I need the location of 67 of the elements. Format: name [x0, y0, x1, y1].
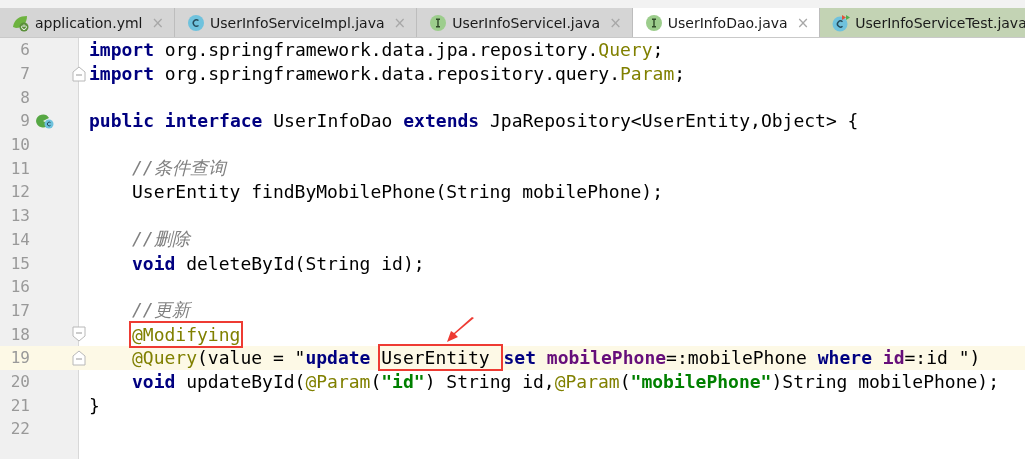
code-comment: //更新 [132, 298, 190, 323]
keyword: import [89, 39, 155, 61]
line-number: 13 [9, 206, 30, 226]
line-number: 16 [9, 277, 30, 297]
code-text: } [89, 394, 100, 416]
annotation: @Query [132, 347, 198, 369]
code-text: UserInfoDao [272, 110, 394, 132]
annotation: @Param [305, 370, 371, 392]
field-name: mobilePhone [546, 347, 667, 369]
keyword: set [503, 347, 537, 369]
code-text: )String mobilePhone); [771, 370, 1000, 392]
keyword: extends [403, 110, 480, 132]
line-number: 6 [19, 40, 30, 60]
line-number: 7 [19, 64, 30, 84]
code-text: org.springframework.data.repository.query. [163, 63, 621, 85]
code-text: UserEntity [381, 347, 491, 369]
code-text: =:mobilePhone [666, 347, 808, 369]
code-text: ; [652, 39, 664, 61]
line-number: 19 [9, 348, 30, 368]
code-text: UserEntity findByMobilePhone(String mobilePhone); [132, 181, 663, 203]
fold-icon[interactable] [72, 65, 86, 82]
line-number: 20 [9, 371, 30, 391]
fold-icon[interactable] [72, 349, 86, 366]
annotation: Query [598, 39, 653, 61]
string-literal: "id" [381, 370, 425, 392]
test-class-icon [832, 13, 851, 32]
code-text: (value = " [197, 347, 306, 369]
code-text: ( [370, 370, 382, 392]
code-text: JpaRepository<UserEntity,Object> { [488, 110, 859, 132]
line-number: 18 [9, 324, 30, 344]
line-number: 11 [9, 158, 30, 178]
annotation: Param [620, 63, 675, 85]
code-text: org.springframework.data.jpa.repository. [163, 39, 599, 61]
code-text: deleteById(String id); [185, 252, 425, 274]
field-name: id [882, 347, 905, 369]
keyword: where [817, 347, 873, 369]
code-text: updateById( [185, 370, 306, 392]
keyword: import [89, 63, 155, 85]
editor-tab[interactable]: UserInfoDao.java × [632, 8, 821, 37]
line-number: 14 [9, 229, 30, 249]
line-number: 10 [9, 135, 30, 155]
class-icon [187, 13, 206, 32]
code-comment: //条件查询 [132, 156, 226, 181]
code-comment: //删除 [132, 227, 190, 252]
interface-icon [429, 13, 448, 32]
code-text: =:id ") [904, 347, 981, 369]
line-number: 17 [9, 300, 30, 320]
annotation: @Param [554, 370, 620, 392]
editor-tab[interactable]: UserInfoServiceTest.java [820, 8, 1025, 37]
line-number: 12 [9, 182, 30, 202]
annotation: @Modifying [132, 323, 241, 345]
fold-icon[interactable] [72, 326, 86, 343]
line-number: 21 [9, 395, 30, 415]
code-text: ( [619, 370, 631, 392]
code-text: ; [674, 63, 686, 85]
leaf-icon [12, 13, 30, 32]
keyword: update [305, 347, 372, 369]
keyword: public interface [89, 110, 263, 132]
line-number: 8 [19, 87, 30, 107]
keyword: void [132, 370, 176, 392]
string-literal: "mobilePhone" [630, 370, 772, 392]
code-text: ) String id, [424, 370, 555, 392]
line-number: 9 [19, 111, 30, 131]
line-number: 22 [9, 419, 30, 439]
interface-icon [644, 13, 663, 32]
line-number: 15 [9, 253, 30, 273]
keyword: void [132, 252, 176, 274]
